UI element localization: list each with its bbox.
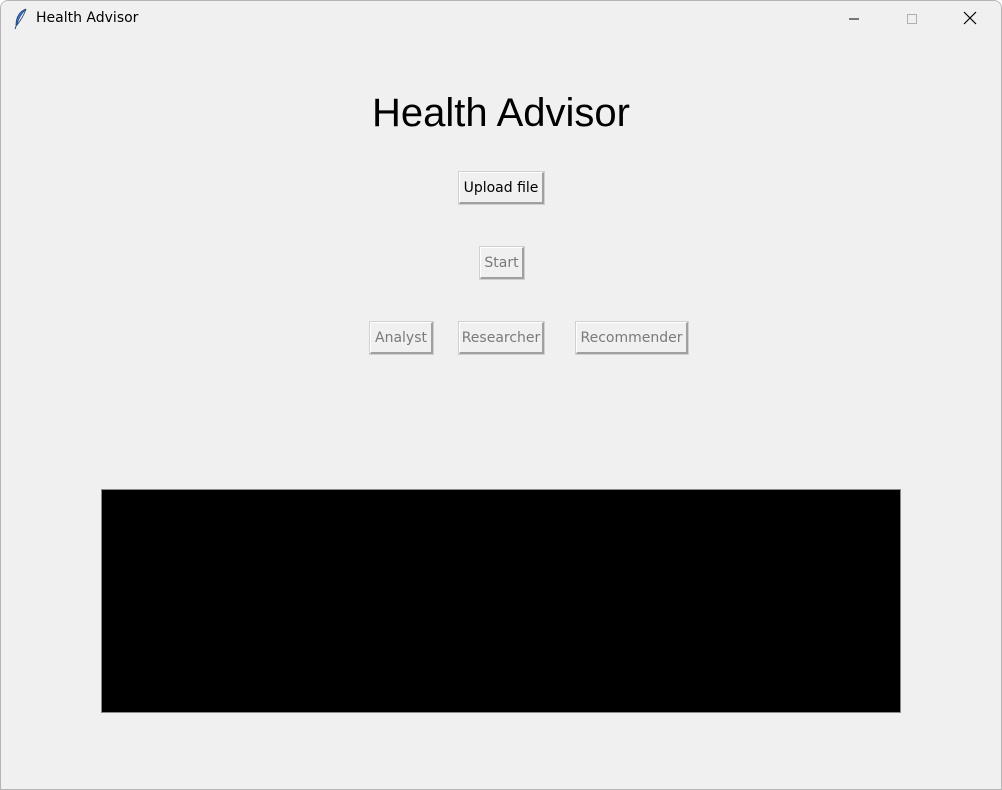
upload-file-button[interactable]: Upload file — [458, 171, 545, 205]
output-panel[interactable] — [101, 489, 901, 713]
page-title: Health Advisor — [372, 91, 630, 135]
title-bar[interactable]: Health Advisor — [1, 1, 1001, 38]
researcher-button[interactable]: Researcher — [458, 321, 545, 355]
maximize-button[interactable] — [889, 1, 935, 38]
app-window: Health Advisor Health Advisor Upload fil… — [0, 0, 1002, 790]
close-button[interactable] — [947, 1, 993, 38]
close-icon — [963, 10, 977, 29]
minimize-icon — [848, 10, 860, 29]
feather-icon — [13, 8, 29, 30]
minimize-button[interactable] — [831, 1, 877, 38]
main-content: Health Advisor Upload file Start Analyst… — [1, 38, 1001, 789]
analyst-button[interactable]: Analyst — [369, 321, 434, 355]
window-title: Health Advisor — [36, 10, 139, 26]
maximize-icon — [906, 10, 918, 29]
recommender-button[interactable]: Recommender — [575, 321, 689, 355]
start-button[interactable]: Start — [479, 246, 525, 280]
